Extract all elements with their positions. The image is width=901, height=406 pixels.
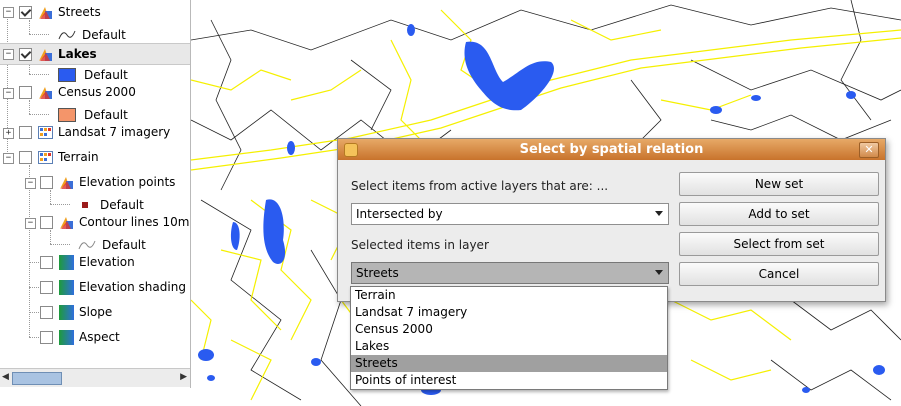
chevron-down-icon: [655, 270, 663, 275]
dialog-title: Select by spatial relation: [519, 142, 704, 157]
vector-layer-icon: [39, 48, 52, 61]
cancel-button[interactable]: Cancel: [679, 262, 879, 286]
layer-label: Elevation: [79, 255, 135, 269]
new-set-button[interactable]: New set: [679, 172, 879, 196]
vector-layer-icon: [60, 216, 73, 229]
layer-label: Streets: [58, 5, 101, 19]
layer-visibility-checkbox[interactable]: [40, 305, 53, 319]
dialog-title-bar[interactable]: Select by spatial relation ✕: [338, 139, 885, 160]
scrollbar-thumb[interactable]: [12, 372, 62, 385]
layer-item-slope[interactable]: Slope: [40, 302, 112, 322]
legend-label: Default: [82, 28, 126, 42]
layer-visibility-checkbox[interactable]: [40, 215, 53, 229]
layer-item-census-2000[interactable]: Census 2000: [19, 82, 136, 102]
layer-item-contour-lines[interactable]: Contour lines 10m: [40, 212, 189, 232]
vector-layer-icon: [39, 6, 52, 19]
line-symbol-icon: [58, 30, 76, 40]
layer-label: Census 2000: [58, 85, 136, 99]
layer-visibility-checkbox[interactable]: [19, 85, 32, 99]
layer-label: Terrain: [58, 150, 99, 164]
layer-item-landsat[interactable]: Landsat 7 imagery: [19, 122, 170, 142]
layer-select-label: Selected items in layer: [351, 238, 489, 252]
close-icon[interactable]: ✕: [859, 142, 879, 158]
gradient-raster-icon: [59, 279, 74, 295]
dropdown-option[interactable]: Census 2000: [351, 321, 667, 338]
layer-visibility-checkbox[interactable]: [19, 125, 32, 139]
add-to-set-button[interactable]: Add to set: [679, 202, 879, 226]
gradient-raster-icon: [59, 329, 74, 345]
select-from-set-button[interactable]: Select from set: [679, 232, 879, 256]
expand-toggle[interactable]: +: [3, 128, 14, 139]
collapse-toggle[interactable]: −: [25, 178, 36, 189]
select-by-spatial-relation-dialog: Select by spatial relation ✕ Select item…: [337, 138, 886, 302]
collapse-toggle[interactable]: −: [25, 218, 36, 229]
layer-label: Aspect: [79, 330, 120, 344]
layer-label: Landsat 7 imagery: [58, 125, 171, 139]
collapse-toggle[interactable]: −: [3, 88, 14, 99]
chevron-down-icon: [655, 211, 663, 216]
layer-visibility-checkbox[interactable]: [19, 47, 32, 61]
legend-label: Default: [84, 108, 128, 122]
raster-layer-icon: [38, 150, 53, 164]
layer-label: Lakes: [58, 47, 97, 61]
layer-visibility-checkbox[interactable]: [40, 280, 53, 294]
legend-label: Default: [102, 238, 146, 252]
layer-label: Elevation shading: [79, 280, 186, 294]
gradient-raster-icon: [59, 304, 74, 320]
layer-dropdown-list: Terrain Landsat 7 imagery Census 2000 La…: [350, 286, 668, 390]
layer-item-aspect[interactable]: Aspect: [40, 327, 120, 347]
layer-label: Elevation points: [79, 175, 176, 189]
collapse-toggle[interactable]: −: [3, 49, 14, 60]
collapse-toggle[interactable]: −: [3, 153, 14, 164]
dropdown-option-highlighted[interactable]: Streets: [351, 355, 667, 372]
legend-swatch: [58, 68, 76, 82]
relation-prompt-label: Select items from active layers that are…: [351, 179, 609, 193]
layers-panel: − Streets Default − Lakes Default − Cens…: [0, 0, 191, 388]
layer-item-elevation-points[interactable]: Elevation points: [40, 172, 175, 192]
scroll-left-icon[interactable]: ◀: [2, 372, 9, 382]
dropdown-option[interactable]: Landsat 7 imagery: [351, 304, 667, 321]
layer-select-value: Streets: [356, 266, 399, 280]
legend-item: Default: [58, 26, 126, 44]
layer-visibility-checkbox[interactable]: [40, 175, 53, 189]
dropdown-option[interactable]: Points of interest: [351, 372, 667, 389]
relation-select[interactable]: Intersected by: [351, 203, 669, 225]
layer-visibility-checkbox[interactable]: [40, 330, 53, 344]
layer-label: Contour lines 10m: [79, 215, 190, 229]
gradient-raster-icon: [59, 254, 74, 270]
horizontal-scrollbar[interactable]: ◀ ▶: [0, 368, 190, 387]
raster-layer-icon: [38, 125, 53, 139]
layer-item-streets[interactable]: Streets: [19, 2, 101, 22]
legend-label: Default: [100, 198, 144, 212]
line-symbol-icon: [78, 240, 96, 250]
layer-item-lakes-content: Lakes: [19, 44, 97, 64]
dropdown-option[interactable]: Lakes: [351, 338, 667, 355]
layer-visibility-checkbox[interactable]: [19, 5, 32, 19]
layer-item-elevation-shading[interactable]: Elevation shading: [40, 277, 186, 297]
layer-visibility-checkbox[interactable]: [19, 150, 32, 164]
vector-layer-icon: [39, 86, 52, 99]
point-symbol-icon: [82, 202, 88, 208]
layer-item-terrain[interactable]: Terrain: [19, 147, 99, 167]
scroll-right-icon[interactable]: ▶: [180, 372, 187, 382]
app-icon: [344, 143, 358, 157]
collapse-toggle[interactable]: −: [3, 7, 14, 18]
layer-item-elevation[interactable]: Elevation: [40, 252, 135, 272]
dropdown-option[interactable]: Terrain: [351, 287, 667, 304]
layer-visibility-checkbox[interactable]: [40, 255, 53, 269]
legend-swatch: [58, 108, 76, 122]
relation-select-value: Intersected by: [356, 207, 443, 221]
vector-layer-icon: [60, 176, 73, 189]
legend-label: Default: [84, 68, 128, 82]
layer-select[interactable]: Streets: [351, 262, 669, 284]
layer-label: Slope: [79, 305, 113, 319]
